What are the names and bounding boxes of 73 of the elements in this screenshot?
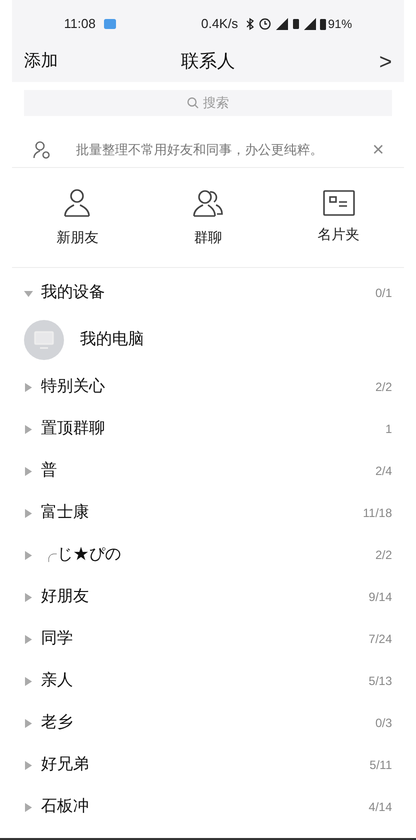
group-count: 11/18 bbox=[362, 505, 392, 522]
expand-caret-icon bbox=[24, 718, 33, 728]
group-row[interactable]: 石板冲 4/14 bbox=[12, 786, 404, 828]
group-count: 4/14 bbox=[368, 799, 392, 816]
group-name: 富士康 bbox=[41, 502, 90, 523]
battery-level: 91% bbox=[328, 16, 352, 33]
network-speed: 0.4K/s bbox=[201, 15, 238, 34]
collapse-caret-icon bbox=[24, 288, 33, 298]
group-count: 9/14 bbox=[368, 589, 392, 606]
group-name: 老乡 bbox=[41, 712, 74, 733]
group-name: 石板冲 bbox=[41, 796, 90, 817]
bluetooth-icon bbox=[246, 18, 254, 30]
group-row[interactable]: 老乡 0/3 bbox=[12, 702, 404, 744]
expand-caret-icon bbox=[24, 466, 33, 476]
shortcut-button[interactable]: 群聊 bbox=[142, 187, 274, 248]
shortcut-button[interactable]: 新朋友 bbox=[12, 187, 143, 248]
group-count: 5/11 bbox=[370, 757, 392, 774]
signal-icon bbox=[304, 18, 316, 30]
alarm-icon bbox=[258, 18, 271, 30]
group-row[interactable]: 亲人 5/13 bbox=[12, 660, 404, 702]
group-name: 特别关心 bbox=[41, 376, 106, 397]
group-row[interactable]: 富士康 11/18 bbox=[12, 492, 404, 534]
group-row[interactable]: 特别关心 2/2 bbox=[12, 366, 404, 408]
battery-icon bbox=[320, 18, 326, 30]
group-row[interactable]: ╭じ★ぴの 2/2 bbox=[12, 534, 404, 576]
group-name: 好兄弟 bbox=[41, 755, 90, 775]
group-name: ╭じ★ぴの bbox=[41, 545, 122, 565]
group-row[interactable]: 同学 7/24 bbox=[12, 618, 404, 660]
group-row[interactable]: 普 2/4 bbox=[12, 450, 404, 492]
expand-caret-icon bbox=[24, 382, 33, 392]
signal-icon bbox=[276, 18, 288, 30]
group-count: 1 bbox=[385, 421, 392, 438]
group-name: 亲人 bbox=[41, 670, 74, 691]
expand-caret-icon bbox=[24, 424, 33, 434]
group-count: 5/13 bbox=[368, 673, 392, 690]
group-row[interactable]: 好朋友 9/14 bbox=[12, 576, 404, 618]
page-title: 联系人 bbox=[180, 50, 236, 72]
contact-row[interactable]: 我的电脑 bbox=[12, 314, 404, 366]
monitor-icon bbox=[34, 331, 54, 349]
expand-caret-icon bbox=[24, 550, 33, 560]
group-name: 好朋友 bbox=[41, 587, 90, 607]
shortcut-button[interactable]: 名片夹 bbox=[273, 190, 404, 245]
group-name: 置顶群聊 bbox=[41, 419, 106, 439]
group-row[interactable]: 好兄弟 5/11 bbox=[12, 744, 404, 786]
expand-caret-icon bbox=[24, 592, 33, 602]
group-row[interactable]: 置顶群聊 1 bbox=[12, 408, 404, 450]
expand-caret-icon bbox=[24, 760, 33, 770]
expand-caret-icon bbox=[24, 634, 33, 644]
contact-name: 我的电脑 bbox=[80, 330, 144, 350]
card-icon bbox=[322, 190, 355, 216]
close-button[interactable]: × bbox=[372, 140, 384, 160]
expand-caret-icon bbox=[24, 508, 33, 518]
people-icon bbox=[191, 187, 225, 219]
group-name: 我的设备 bbox=[41, 282, 106, 303]
status-time: 11:08 bbox=[64, 15, 96, 34]
group-row[interactable]: 我的设备 0/1 bbox=[12, 272, 404, 314]
group-count: 0/1 bbox=[375, 285, 392, 302]
group-count: 2/4 bbox=[375, 463, 392, 480]
forward-button[interactable]: > bbox=[332, 44, 392, 78]
group-name: 同学 bbox=[41, 629, 74, 649]
banner-text: 批量整理不常用好友和同事，办公更纯粹。 bbox=[76, 140, 324, 159]
group-count: 2/2 bbox=[375, 379, 392, 396]
group-name: 普 bbox=[41, 460, 58, 481]
sim-icon bbox=[292, 18, 299, 30]
person-settings-icon bbox=[32, 140, 52, 160]
expand-caret-icon bbox=[24, 802, 33, 812]
group-count: 7/24 bbox=[368, 631, 392, 648]
notification-icon bbox=[104, 19, 116, 29]
expand-caret-icon bbox=[24, 676, 33, 686]
group-count: 0/3 bbox=[375, 715, 392, 732]
add-button[interactable]: 添加 bbox=[24, 48, 84, 74]
group-count: 2/2 bbox=[375, 547, 392, 564]
search-icon bbox=[187, 97, 199, 109]
